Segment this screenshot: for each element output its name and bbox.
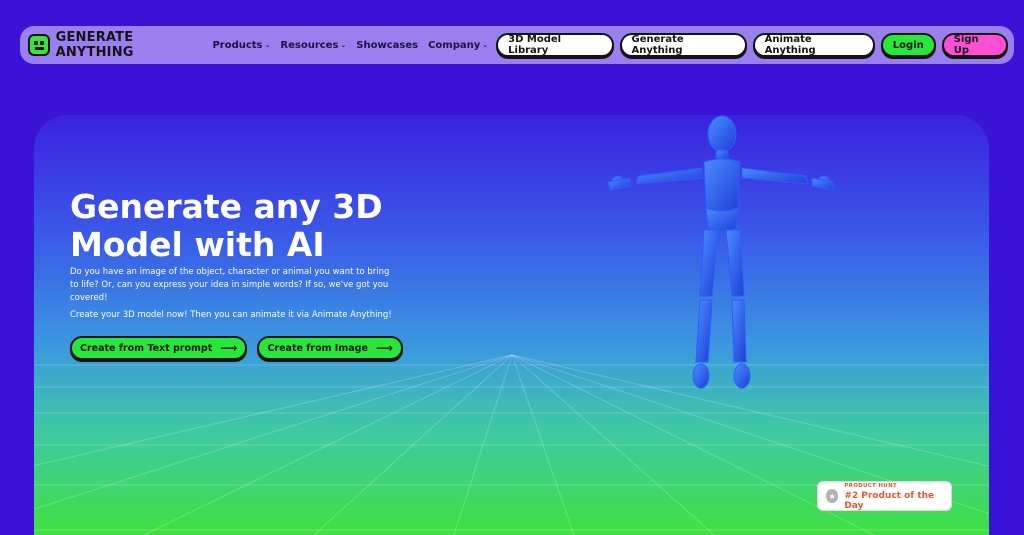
brand[interactable]: GENERATE ANYTHING bbox=[28, 30, 212, 60]
chevron-down-icon: ⌄ bbox=[340, 41, 347, 49]
nav-links: Products ⌄ Resources ⌄ Showcases Company… bbox=[212, 40, 488, 51]
button-label: Create from Text prompt bbox=[80, 342, 213, 354]
model-library-button[interactable]: 3D Model Library bbox=[496, 33, 614, 57]
nav-link-label: Resources bbox=[280, 39, 339, 51]
nav-link-label: Showcases bbox=[356, 39, 419, 51]
animate-anything-button[interactable]: Animate Anything bbox=[752, 33, 875, 57]
generate-anything-button[interactable]: Generate Anything bbox=[619, 33, 747, 57]
nav-link-label: Company bbox=[428, 39, 481, 51]
button-label: Create from Image bbox=[267, 342, 368, 354]
badge-text: PRODUCT HUNT #2 Product of the Day bbox=[844, 481, 943, 511]
badge-rank: #2 Product of the Day bbox=[844, 491, 935, 511]
nav-buttons: 3D Model Library Generate Anything Anima… bbox=[496, 33, 1008, 57]
arrow-right-icon: ⟶ bbox=[220, 341, 238, 355]
sign-up-button[interactable]: Sign Up bbox=[941, 33, 1008, 57]
badge-label: PRODUCT HUNT bbox=[844, 483, 898, 489]
arrow-right-icon: ⟶ bbox=[375, 341, 394, 355]
hero-title-line: Model with AI bbox=[70, 225, 325, 264]
hero-buttons: Create from Text prompt ⟶ Create from Im… bbox=[70, 336, 404, 360]
nav-link-label: Products bbox=[212, 39, 263, 51]
3d-mannequin-model bbox=[607, 115, 835, 389]
create-from-text-button[interactable]: Create from Text prompt ⟶ bbox=[70, 336, 248, 360]
chevron-down-icon: ⌄ bbox=[264, 41, 271, 49]
login-button[interactable]: Login bbox=[880, 33, 936, 57]
nav-link-showcases[interactable]: Showcases bbox=[356, 40, 418, 51]
create-from-image-button[interactable]: Create from Image ⟶ bbox=[257, 336, 404, 360]
nav-link-resources[interactable]: Resources ⌄ bbox=[280, 40, 346, 51]
logo-face-icon bbox=[28, 34, 50, 56]
brand-name: GENERATE ANYTHING bbox=[55, 30, 134, 60]
chevron-down-icon: ⌄ bbox=[482, 41, 489, 49]
nav-link-products[interactable]: Products ⌄ bbox=[212, 40, 270, 51]
hero-title: Generate any 3D Model with AI bbox=[70, 188, 430, 264]
product-hunt-badge[interactable]: ★ PRODUCT HUNT #2 Product of the Day bbox=[817, 481, 952, 511]
top-navbar: GENERATE ANYTHING Products ⌄ Resources ⌄… bbox=[20, 26, 1014, 64]
medal-icon: ★ bbox=[826, 489, 839, 503]
hero-title-line: Generate any 3D bbox=[70, 187, 383, 226]
nav-link-company[interactable]: Company ⌄ bbox=[428, 40, 488, 51]
hero-description: Do you have an image of the object, char… bbox=[70, 267, 390, 303]
hero-cta-text: Create your 3D model now! Then you can a… bbox=[70, 310, 392, 320]
